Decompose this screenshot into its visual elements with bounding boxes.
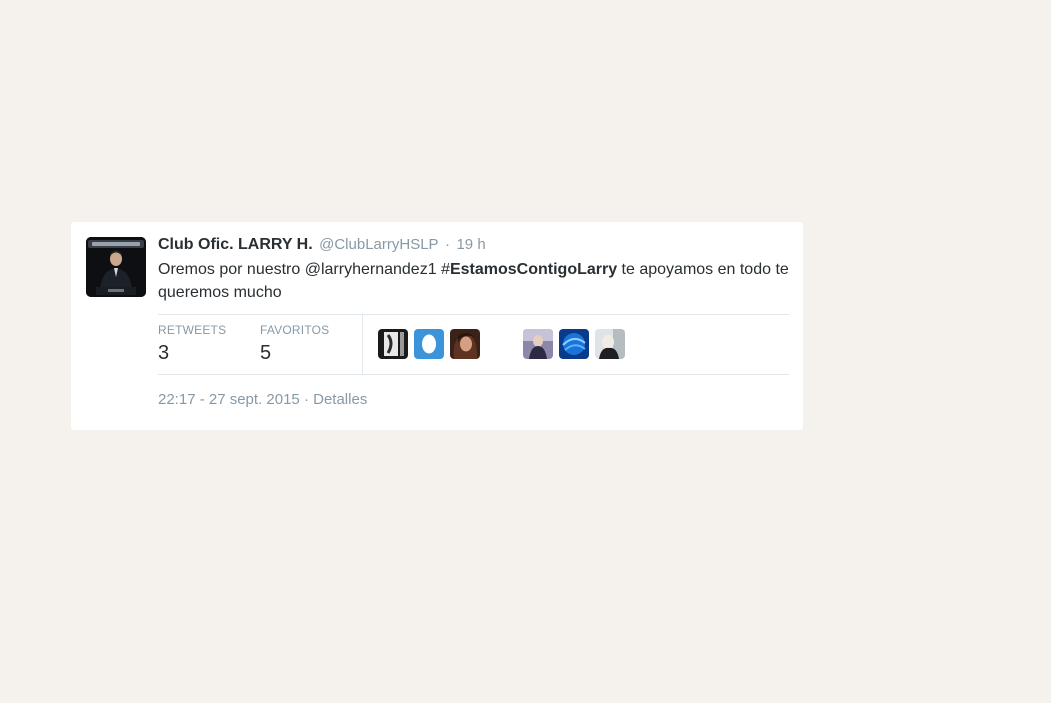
tweet-text-part-1: Oremos por nuestro [158,261,305,278]
author-fullname[interactable]: Club Ofic. LARRY H. [158,236,313,253]
favorites-count: 5 [260,342,272,364]
footer-separator: · [303,391,309,408]
face-avatar[interactable] [378,329,408,359]
face-avatar[interactable] [595,329,625,359]
hashtag-text: EstamosContigoLarry [449,261,618,278]
mention-link[interactable]: @larryhernandez1 [305,261,437,278]
favorites-stat[interactable]: FAVORITOS 5 [260,322,329,367]
stats-divider [362,315,363,374]
tweet-timestamp[interactable]: 22:17 - 27 sept. 2015 [158,391,300,408]
retweets-stat[interactable]: RETWEETS 3 [158,322,226,367]
tweet-time[interactable]: 19 h [456,236,485,253]
tweet-footer: 22:17 - 27 sept. 2015 · Detalles [158,390,367,410]
favorites-label: FAVORITOS [260,323,330,337]
retweets-count: 3 [158,342,170,364]
tweet-text: Oremos por nuestro @larryhernandez1 #Est… [158,258,798,304]
hash-sign: # [441,261,450,278]
tweet-stats: RETWEETS 3 FAVORITOS 5 [158,314,789,375]
tweet-card: Club Ofic. LARRY H. @ClubLarryHSLP · 19 … [71,222,803,430]
retweets-label: RETWEETS [158,323,227,337]
face-avatar[interactable] [414,329,444,359]
details-link[interactable]: Detalles [313,391,367,408]
face-avatar[interactable] [450,329,480,359]
author-username[interactable]: @ClubLarryHSLP [319,236,438,253]
face-avatar[interactable] [523,329,553,359]
hashtag-link[interactable]: #EstamosContigoLarry [441,261,617,278]
author-avatar[interactable] [86,237,146,297]
header-separator: · [445,236,451,253]
face-avatar[interactable] [559,329,589,359]
tweet-header: Club Ofic. LARRY H. @ClubLarryHSLP · 19 … [158,235,486,255]
